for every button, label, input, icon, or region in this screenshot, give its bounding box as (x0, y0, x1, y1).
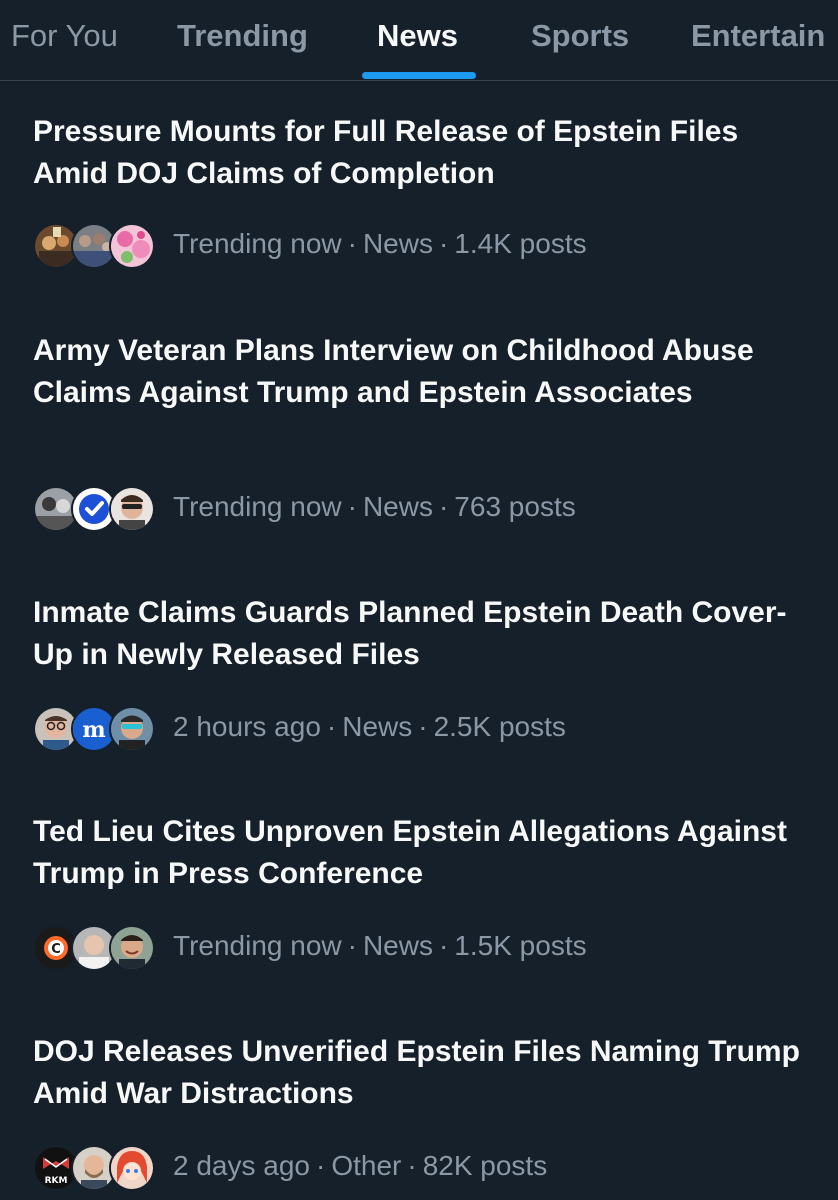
trend-meta-row: C Trending now · News · 1.5K posts (33, 923, 587, 971)
trend-headline: Pressure Mounts for Full Release of Epst… (33, 115, 739, 190)
trend-headline: DOJ Releases Unverified Epstein Files Na… (33, 1035, 800, 1110)
trend-headline: Inmate Claims Guards Planned Epstein Dea… (33, 596, 787, 671)
trend-item[interactable]: DOJ Releases Unverified Epstein Files Na… (0, 1031, 838, 1200)
person-sunglasses-avatar (109, 486, 155, 532)
trend-post-count: 2.5K posts (433, 711, 566, 742)
trend-meta: Trending now · News · 1.5K posts (173, 930, 587, 961)
avatar-stack: C (33, 923, 155, 971)
trend-category: News (362, 491, 433, 522)
pink-flowers-avatar (109, 223, 155, 269)
trend-meta: 2 hours ago · News · 2.5K posts (173, 711, 566, 742)
tab-sports[interactable]: Sports (531, 18, 629, 54)
tab-entertainment[interactable]: Entertain (691, 18, 825, 54)
trend-headline: Ted Lieu Cites Unproven Epstein Allegati… (33, 815, 787, 890)
trend-meta-row: m 2 hours ago · News · 2.5K posts (33, 704, 566, 752)
trend-category: News (362, 930, 433, 961)
rkm-logo-text: RKM (45, 1176, 68, 1186)
trend-item[interactable]: Ted Lieu Cites Unproven Epstein Allegati… (0, 811, 838, 1011)
trend-post-count: 1.4K posts (454, 228, 587, 259)
trend-meta: Trending now · News · 1.4K posts (173, 228, 587, 259)
tab-for-you[interactable]: For You (11, 18, 118, 54)
trend-time: Trending now (173, 491, 342, 522)
tab-trending[interactable]: Trending (177, 18, 308, 54)
trend-category: News (342, 711, 413, 742)
person-sunglasses-avatar (109, 706, 155, 752)
svg-text:m: m (82, 717, 105, 743)
trend-headline: Army Veteran Plans Interview on Childhoo… (33, 334, 754, 409)
trend-meta-row: Trending now · News · 1.4K posts (33, 221, 587, 269)
avatar-stack: RKM (33, 1143, 155, 1191)
anime-character-avatar (109, 1145, 155, 1191)
avatar-stack: m (33, 704, 155, 752)
top-tab-bar: For You Trending News Sports Entertain (0, 0, 838, 81)
tab-news[interactable]: News (377, 18, 458, 54)
svg-text:C: C (51, 942, 61, 957)
trend-meta-row: Trending now · News · 763 posts (33, 484, 576, 532)
trend-meta-row: RKM 2 days ago · Other · 82K posts (33, 1143, 548, 1191)
smiling-man-avatar (109, 925, 155, 971)
trend-time: 2 days ago (173, 1150, 310, 1181)
avatar-stack (33, 221, 155, 269)
trend-post-count: 763 posts (454, 491, 576, 522)
trend-post-count: 1.5K posts (454, 930, 587, 961)
trend-time: Trending now (173, 228, 342, 259)
trend-item[interactable]: Army Veteran Plans Interview on Childhoo… (0, 330, 838, 550)
trend-meta: 2 days ago · Other · 82K posts (173, 1150, 548, 1181)
trend-time: Trending now (173, 930, 342, 961)
trend-item[interactable]: Inmate Claims Guards Planned Epstein Dea… (0, 592, 838, 792)
avatar-stack (33, 484, 155, 532)
trend-meta: Trending now · News · 763 posts (173, 491, 576, 522)
trend-item[interactable]: Pressure Mounts for Full Release of Epst… (0, 111, 838, 311)
trend-time: 2 hours ago (173, 711, 321, 742)
trend-category: Other (331, 1150, 402, 1181)
active-tab-indicator (362, 72, 476, 79)
trend-post-count: 82K posts (422, 1150, 548, 1181)
trend-category: News (362, 228, 433, 259)
